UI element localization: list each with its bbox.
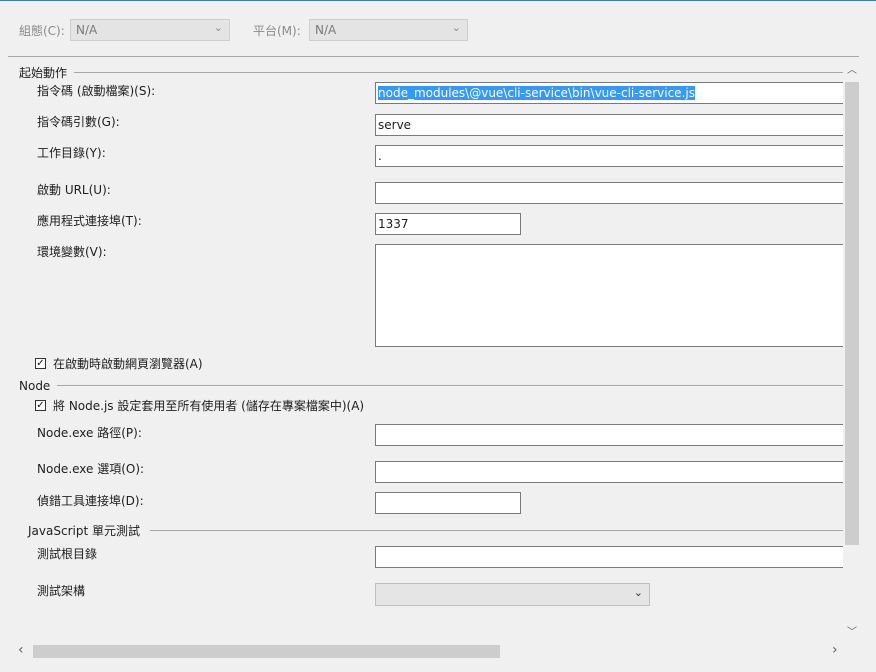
test-root-input[interactable] — [375, 546, 845, 568]
args-label: 指令碼引數(G): — [37, 115, 120, 129]
scroll-right-icon[interactable]: › — [832, 643, 838, 657]
port-label: 應用程式連接埠(T): — [37, 214, 142, 228]
unit-test-section-line — [150, 530, 843, 531]
apply-all-label[interactable]: 將 Node.js 設定套用至所有使用者 (儲存在專案檔案中)(A) — [53, 398, 364, 414]
script-value: node_modules\@vue\cli-service\bin\vue-cl… — [378, 86, 695, 100]
open-browser-label[interactable]: 在啟動時啟動網頁瀏覽器(A) — [53, 356, 203, 372]
launch-url-label: 啟動 URL(U): — [37, 183, 111, 197]
debugger-port-label: 偵錯工具連接埠(D): — [37, 494, 144, 508]
test-framework-label: 測試架構 — [37, 584, 86, 598]
chevron-down-icon: ⌄ — [451, 21, 461, 34]
window-top-border — [0, 0, 876, 1]
test-framework-dropdown[interactable]: ⌄ — [375, 583, 650, 606]
config-value: N/A — [76, 23, 98, 37]
port-input[interactable]: 1337 — [375, 213, 521, 235]
exe-path-input[interactable] — [375, 424, 845, 446]
workdir-label: 工作目錄(Y): — [37, 146, 106, 160]
debugger-port-input[interactable] — [375, 492, 521, 514]
args-input[interactable]: serve — [375, 114, 845, 136]
test-root-label: 測試根目錄 — [37, 547, 98, 561]
script-input[interactable]: node_modules\@vue\cli-service\bin\vue-cl… — [375, 82, 845, 104]
node-section-title: Node — [19, 379, 51, 393]
vertical-scroll-thumb[interactable] — [845, 82, 859, 545]
exe-options-input[interactable] — [375, 461, 845, 483]
launch-url-input[interactable] — [375, 182, 845, 204]
platform-label: 平台(M): — [253, 24, 301, 38]
exe-options-label: Node.exe 選項(O): — [37, 462, 145, 476]
env-label: 環境變數(V): — [37, 245, 107, 259]
unit-test-section-title: JavaScript 單元測試 — [28, 524, 140, 538]
node-section-line — [57, 385, 843, 386]
scroll-down-icon[interactable]: ﹀ — [847, 628, 857, 638]
platform-value: N/A — [315, 23, 337, 37]
config-label: 組態(C): — [19, 24, 65, 38]
exe-path-label: Node.exe 路徑(P): — [37, 426, 142, 440]
platform-combobox: N/A ⌄ — [309, 19, 468, 41]
open-browser-checkbox[interactable]: ✓ — [35, 358, 46, 369]
startup-section-line — [74, 72, 843, 73]
scroll-left-icon[interactable]: ‹ — [18, 643, 24, 657]
workdir-input[interactable]: . — [375, 145, 845, 167]
scroll-up-icon[interactable]: ︿ — [847, 66, 857, 76]
env-textarea[interactable] — [375, 244, 845, 347]
startup-section-title: 起始動作 — [19, 66, 68, 80]
chevron-down-icon: ⌄ — [633, 586, 643, 599]
config-combobox: N/A ⌄ — [70, 19, 230, 41]
script-label: 指令碼 (啟動檔案)(S): — [37, 84, 156, 98]
header-divider — [8, 56, 859, 57]
chevron-down-icon: ⌄ — [213, 21, 223, 34]
horizontal-scroll-thumb[interactable] — [33, 645, 500, 658]
apply-all-checkbox[interactable]: ✓ — [35, 400, 46, 411]
